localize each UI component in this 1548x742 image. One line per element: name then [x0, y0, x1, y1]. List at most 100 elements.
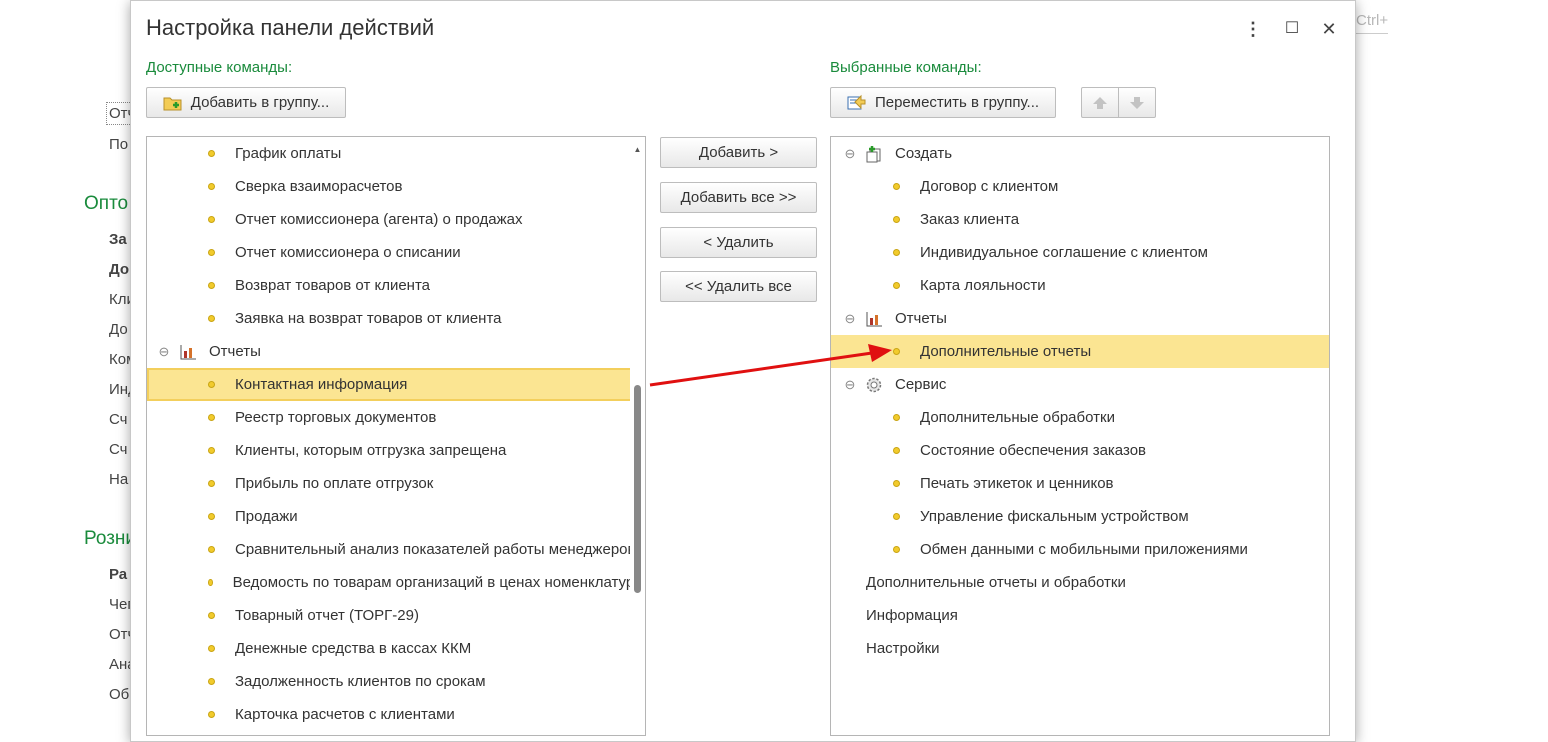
- tree-item-row[interactable]: Карта лояльности: [831, 269, 1329, 302]
- tree-row-label: Дополнительные отчеты и обработки: [866, 574, 1126, 591]
- arrow-down-icon: [1130, 96, 1144, 109]
- tree-row-label: Дополнительные обработки: [920, 409, 1115, 426]
- add-to-group-label: Добавить в группу...: [190, 94, 330, 111]
- search-shortcut-hint: Ctrl+: [1356, 12, 1388, 34]
- tree-item-row[interactable]: Товарный отчет (ТОРГ-29): [147, 599, 645, 632]
- tree-item-row[interactable]: Индивидуальное соглашение с клиентом: [831, 236, 1329, 269]
- command-bullet-icon: [208, 216, 215, 223]
- move-down-button[interactable]: [1118, 87, 1156, 118]
- bg-link-6[interactable]: До: [109, 321, 130, 338]
- tree-item-row[interactable]: Продажи: [147, 500, 645, 533]
- tree-item-row[interactable]: Настройки: [831, 632, 1329, 665]
- maximize-icon[interactable]: ☐: [1282, 18, 1302, 40]
- command-bullet-icon: [893, 183, 900, 190]
- tree-item-row[interactable]: Дополнительные отчеты и обработки: [831, 566, 1329, 599]
- tree-row-label: Управление фискальным устройством: [920, 508, 1189, 525]
- bg-link-4[interactable]: До: [109, 261, 130, 278]
- tree-item-row[interactable]: Сравнительный анализ показателей работы …: [147, 533, 645, 566]
- more-menu-icon[interactable]: ⋮: [1243, 18, 1263, 40]
- bg-link-3[interactable]: За: [109, 231, 130, 248]
- tree-item-row[interactable]: Денежные средства в кассах ККМ: [147, 632, 645, 665]
- available-commands-scrollbar[interactable]: ▲: [630, 137, 645, 735]
- scroll-up-icon[interactable]: ▲: [630, 145, 645, 154]
- scroll-thumb[interactable]: [634, 385, 641, 593]
- command-bullet-icon: [208, 183, 215, 190]
- tree-item-row[interactable]: Возврат товаров от клиента: [147, 269, 645, 302]
- tree-row-label: Отчет комиссионера о списании: [235, 244, 461, 261]
- tree-item-row[interactable]: Заказ клиента: [831, 203, 1329, 236]
- command-bullet-icon: [208, 315, 215, 322]
- tree-row-label: Контактная информация: [235, 376, 408, 393]
- tree-item-row[interactable]: Клиенты, которым отгрузка запрещена: [147, 434, 645, 467]
- move-to-group-button[interactable]: Переместить в группу...: [830, 87, 1056, 118]
- tree-group-row[interactable]: ⊖ Отчеты: [831, 302, 1329, 335]
- tree-item-row[interactable]: Отчет комиссионера о списании: [147, 236, 645, 269]
- command-bullet-icon: [208, 282, 215, 289]
- bg-link-12[interactable]: Ра: [109, 566, 130, 583]
- tree-row-label: Реестр торговых документов: [235, 409, 437, 426]
- bg-link-13[interactable]: Чег: [109, 596, 130, 613]
- tree-item-row[interactable]: Информация: [831, 599, 1329, 632]
- bg-link-7[interactable]: Ком: [109, 351, 130, 368]
- tree-item-row[interactable]: Сверка взаиморасчетов: [147, 170, 645, 203]
- tree-row-label: Прибыль по оплате отгрузок: [235, 475, 434, 492]
- tree-item-row[interactable]: Дополнительные отчеты: [831, 335, 1329, 368]
- tree-item-row[interactable]: Задолженность клиентов по срокам: [147, 665, 645, 698]
- move-up-button[interactable]: [1081, 87, 1119, 118]
- add-button[interactable]: Добавить >: [660, 137, 817, 168]
- tree-item-row[interactable]: График оплаты: [147, 137, 645, 170]
- bg-link-8[interactable]: Инд: [109, 381, 130, 398]
- bg-link-11[interactable]: На: [109, 471, 130, 488]
- tree-item-row[interactable]: Печать этикеток и ценников: [831, 467, 1329, 500]
- collapse-toggle-icon[interactable]: ⊖: [843, 377, 857, 393]
- tree-item-row[interactable]: Прибыль по оплате отгрузок: [147, 467, 645, 500]
- selected-commands-list[interactable]: ⊖ Создать Договор с клиентом Заказ клиента И…: [830, 136, 1330, 736]
- command-bullet-icon: [893, 480, 900, 487]
- tree-row-label: Отчеты: [209, 343, 261, 360]
- bg-link-15[interactable]: Ана: [109, 656, 130, 673]
- tree-group-row[interactable]: ⊖ Сервис: [831, 368, 1329, 401]
- tree-item-row[interactable]: Реестр торговых документов: [147, 401, 645, 434]
- move-to-group-label: Переместить в группу...: [874, 94, 1040, 111]
- add-to-group-button[interactable]: Добавить в группу...: [146, 87, 346, 118]
- command-bullet-icon: [893, 447, 900, 454]
- selected-commands-label: Выбранные команды:: [830, 59, 982, 76]
- bg-link-16[interactable]: Об: [109, 686, 130, 703]
- tree-row-label: Индивидуальное соглашение с клиентом: [920, 244, 1208, 261]
- collapse-toggle-icon[interactable]: ⊖: [843, 311, 857, 327]
- available-commands-list[interactable]: График оплаты Сверка взаиморасчетов Отчет …: [146, 136, 646, 736]
- tree-item-row[interactable]: Дополнительные обработки: [831, 401, 1329, 434]
- tree-item-row[interactable]: Обмен данными с мобильными приложениями: [831, 533, 1329, 566]
- bg-link-14[interactable]: Отч: [109, 626, 130, 643]
- close-icon[interactable]: ✕: [1319, 18, 1339, 40]
- bg-section-heading-2: Розни: [84, 528, 130, 549]
- tree-row-label: Сверка взаиморасчетов: [235, 178, 403, 195]
- command-bullet-icon: [208, 480, 215, 487]
- bg-link-5[interactable]: Кли: [109, 291, 130, 308]
- tree-row-label: Договор с клиентом: [920, 178, 1059, 195]
- tree-row-label: Карта лояльности: [920, 277, 1046, 294]
- bg-link-2[interactable]: По: [109, 136, 130, 153]
- bg-link-10[interactable]: Сч: [109, 441, 130, 458]
- tree-item-row[interactable]: Ведомость по товарам организаций в ценах…: [147, 566, 645, 599]
- arrow-up-icon: [1093, 96, 1107, 109]
- bg-link-9[interactable]: Сч: [109, 411, 130, 428]
- tree-group-row[interactable]: ⊖ Создать: [831, 137, 1329, 170]
- tree-row-label: Задолженность клиентов по срокам: [235, 673, 486, 690]
- tree-item-row[interactable]: Контактная информация: [147, 368, 645, 401]
- tree-item-row[interactable]: Отчет комиссионера (агента) о продажах: [147, 203, 645, 236]
- add-all-button[interactable]: Добавить все >>: [660, 182, 817, 213]
- tree-group-row[interactable]: ⊖ Отчеты: [147, 335, 645, 368]
- tree-item-row[interactable]: Управление фискальным устройством: [831, 500, 1329, 533]
- remove-all-button[interactable]: << Удалить все: [660, 271, 817, 302]
- remove-button[interactable]: < Удалить: [660, 227, 817, 258]
- command-bullet-icon: [208, 612, 215, 619]
- gear-icon: [865, 376, 883, 394]
- tree-item-row[interactable]: Состояние обеспечения заказов: [831, 434, 1329, 467]
- collapse-toggle-icon[interactable]: ⊖: [843, 146, 857, 162]
- tree-item-row[interactable]: Карточка расчетов с клиентами: [147, 698, 645, 731]
- collapse-toggle-icon[interactable]: ⊖: [157, 344, 171, 360]
- available-commands-label: Доступные команды:: [146, 59, 293, 76]
- tree-item-row[interactable]: Договор с клиентом: [831, 170, 1329, 203]
- tree-item-row[interactable]: Заявка на возврат товаров от клиента: [147, 302, 645, 335]
